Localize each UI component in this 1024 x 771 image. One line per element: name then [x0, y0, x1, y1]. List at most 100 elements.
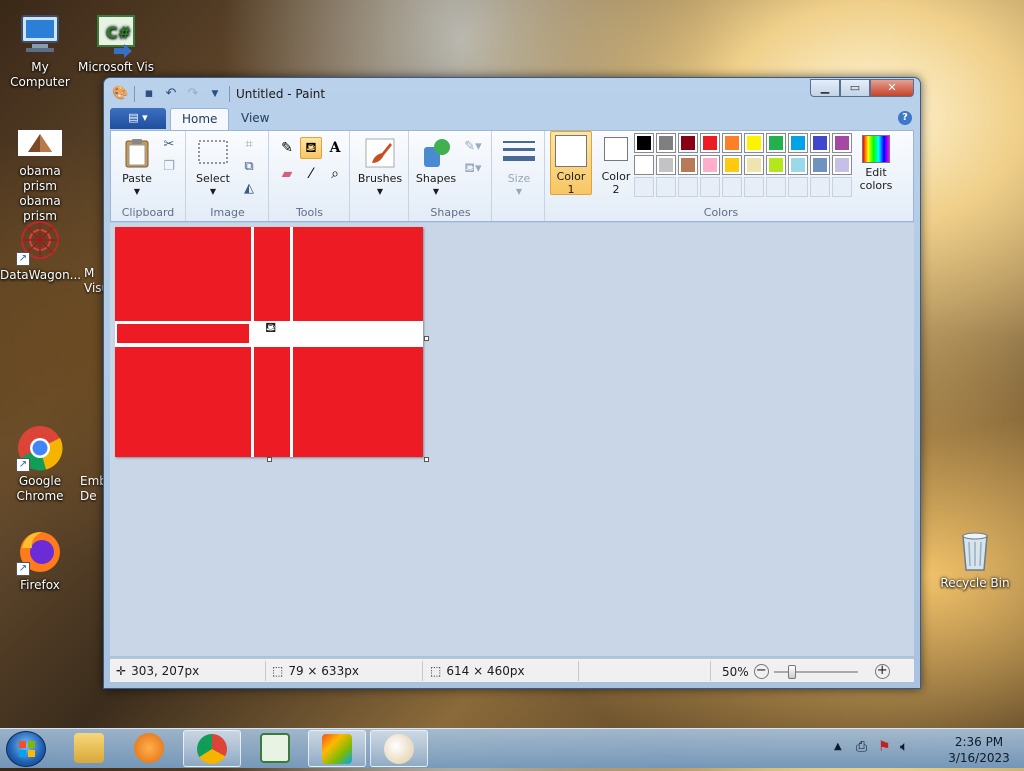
edit-colors-line2: colors [859, 179, 893, 192]
rotate-icon[interactable]: ◭ [239, 179, 259, 199]
color-swatch[interactable] [700, 155, 720, 175]
shapes-icon [420, 137, 452, 169]
status-separator [710, 661, 711, 681]
color-swatch[interactable] [634, 133, 654, 153]
color-swatch[interactable] [832, 133, 852, 153]
desktop-icon-label[interactable]: Emb De [80, 474, 107, 504]
resize-handle-right[interactable] [424, 336, 429, 341]
desktop-icon-label[interactable]: M Visu [84, 266, 109, 296]
color-swatch[interactable] [766, 155, 786, 175]
tools-group: ✎ ⛾ A ▰ ⁄ ⌕ Tools [270, 131, 350, 221]
color-swatch[interactable] [722, 133, 742, 153]
color-swatch[interactable] [678, 155, 698, 175]
cut-icon[interactable]: ✂ [159, 135, 179, 155]
help-icon[interactable]: ? [898, 111, 912, 125]
resize-handle-bottom[interactable] [267, 457, 272, 462]
zoom-level: 50% [722, 664, 749, 679]
taskbar-media-player[interactable] [120, 730, 178, 767]
select-button[interactable]: Select ▼ [193, 137, 233, 198]
taskbar-installer[interactable] [308, 730, 366, 767]
color-swatch[interactable] [810, 133, 830, 153]
taskbar-explorer[interactable] [60, 730, 118, 767]
brushes-group: Brushes ▼ [351, 131, 409, 221]
resize-handle-corner[interactable] [424, 457, 429, 462]
outline-icon[interactable]: ✎▾ [460, 137, 486, 157]
desktop-icon-recycle-bin[interactable]: Recycle Bin [935, 526, 1015, 591]
volume-icon[interactable]: 🔈︎ [900, 739, 908, 755]
zoom-in-icon[interactable]: + [874, 664, 890, 679]
color-swatch[interactable] [744, 133, 764, 153]
color-swatch[interactable] [678, 133, 698, 153]
save-icon[interactable]: ▪ [141, 86, 157, 102]
paint-menu-button[interactable]: ▤ ▾ [110, 108, 166, 129]
minimize-button[interactable]: ▁ [810, 79, 840, 97]
paste-button[interactable]: Paste ▼ [119, 137, 155, 198]
close-button[interactable]: ✕ [870, 79, 914, 97]
color-swatch[interactable] [656, 133, 676, 153]
copy-icon[interactable]: ❐ [159, 157, 179, 177]
zoom-slider-thumb[interactable] [787, 664, 796, 679]
size-button[interactable]: Size ▼ [499, 137, 539, 198]
desktop-icon-my-computer[interactable]: My Computer [0, 10, 80, 90]
paint-palette-icon [384, 734, 414, 764]
color-swatch[interactable] [766, 133, 786, 153]
color-swatch-fill [813, 136, 827, 150]
desktop-icon-firefox[interactable]: ↗ Firefox [0, 528, 80, 593]
fill-bucket-icon[interactable]: ⛾ [300, 137, 322, 159]
color-swatch[interactable] [788, 155, 808, 175]
color-swatch[interactable] [656, 155, 676, 175]
paint-app-icon[interactable]: 🎨 [112, 86, 128, 102]
color-swatch[interactable] [700, 133, 720, 153]
canvas-area[interactable]: ⛾ [110, 223, 914, 656]
zoom-slider-track [773, 670, 858, 673]
text-tool-icon[interactable]: A [324, 137, 346, 159]
crop-icon[interactable]: ⌗ [239, 135, 259, 155]
zoom-out-icon[interactable]: − [753, 664, 769, 679]
color-2-label-line2: 2 [612, 183, 620, 196]
color-2-button[interactable]: Color 2 [596, 135, 636, 196]
title-bar[interactable]: 🎨 ▪ ↶ ↷ ▼ Untitled - Paint ▁ ▭ ✕ [104, 78, 920, 108]
magnifier-icon[interactable]: ⌕ [324, 163, 346, 185]
taskbar-visual-studio[interactable] [246, 730, 304, 767]
color-swatch[interactable] [634, 155, 654, 175]
chevron-down-icon: ▼ [515, 187, 523, 196]
brushes-button[interactable]: Brushes ▼ [356, 137, 404, 198]
color-picker-icon[interactable]: ⁄ [300, 163, 322, 185]
action-center-icon[interactable]: ⚑ [878, 739, 891, 755]
fill-icon[interactable]: ⛾▾ [460, 159, 486, 179]
color-swatch[interactable] [810, 155, 830, 175]
desktop-icon-google-chrome[interactable]: ↗ Google Chrome [0, 424, 80, 504]
desktop-icon-csharp[interactable]: C# Microsoft Vis [77, 10, 155, 75]
zoom-slider[interactable] [773, 664, 858, 679]
taskbar-chrome[interactable] [183, 730, 241, 767]
color-1-button[interactable]: Color 1 [550, 131, 592, 196]
tab-home[interactable]: Home [170, 108, 230, 130]
network-icon[interactable]: ⎙ [856, 739, 867, 755]
show-hidden-icons-icon[interactable]: ▲ [834, 741, 842, 752]
taskbar-paint[interactable] [370, 730, 428, 767]
shortcut-arrow-icon: ↗ [16, 458, 30, 472]
desktop-icon-obama-prism[interactable]: obama prism obama prism [0, 130, 80, 224]
drawing-canvas[interactable]: ⛾ [115, 227, 423, 457]
tab-view[interactable]: View [230, 108, 280, 130]
resize-icon[interactable]: ⧉ [239, 157, 259, 177]
undo-icon[interactable]: ↶ [163, 86, 179, 102]
start-button[interactable] [6, 731, 46, 767]
color-swatch-fill [725, 136, 739, 150]
color-swatch[interactable] [722, 155, 742, 175]
eraser-icon[interactable]: ▰ [276, 163, 298, 185]
color-swatch[interactable] [788, 133, 808, 153]
maximize-button[interactable]: ▭ [840, 79, 870, 97]
pencil-icon[interactable]: ✎ [276, 137, 298, 159]
desktop-icon-datawagon[interactable]: ↗ DataWagon... [0, 218, 81, 283]
chrome-icon: ↗ [16, 424, 64, 472]
color-2-label-line1: Color [601, 170, 631, 183]
color-swatch[interactable] [832, 155, 852, 175]
customize-toolbar-icon[interactable]: ▼ [207, 86, 223, 102]
color-swatch[interactable] [744, 155, 764, 175]
shapes-button[interactable]: Shapes ▼ [414, 137, 458, 198]
edit-colors-button[interactable]: Edit colors [856, 135, 896, 192]
cursor-position-text: 303, 207px [131, 664, 200, 678]
clock[interactable]: 2:36 PM 3/16/2023 [944, 734, 1014, 766]
redo-icon[interactable]: ↷ [185, 86, 201, 102]
